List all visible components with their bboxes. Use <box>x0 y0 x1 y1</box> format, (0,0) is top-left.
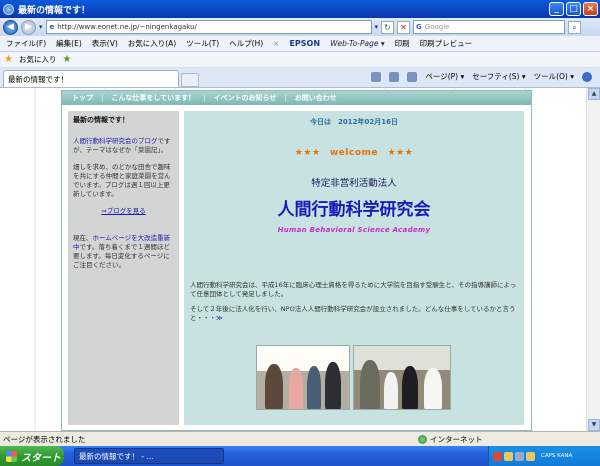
menu-file[interactable]: ファイル(F) <box>6 38 46 49</box>
favorites-star-icon: ★ <box>4 54 13 65</box>
site-nav: トップ | こんな仕事をしています！ | イベントのお知らせ | お問い合わせ <box>62 91 531 105</box>
tab-bar: 最新の情報です！ ページ(P) ▾ セーフティ(S) ▾ ツール(O) ▾ <box>0 68 600 88</box>
url-dropdown-icon[interactable]: ▾ <box>375 23 379 31</box>
tray-icon-3[interactable] <box>515 451 524 461</box>
scroll-up-icon[interactable]: ▲ <box>588 88 600 100</box>
google-icon: G <box>416 23 422 31</box>
globe-icon <box>418 435 427 444</box>
sidebar-garden-text: 畑しを求め、のどかな田舎で趣味を共にする仲間と家庭菜園を営んでいます。ブログは週… <box>73 163 171 198</box>
sidebar: 最新の情報です！ 人間行動科学研究会のブログですが、テーマはなぜか「菜園記」。 … <box>68 111 179 425</box>
taskbar-window-label: 最新の情報です！ - ... <box>79 451 154 461</box>
tray-icon-1[interactable] <box>493 451 502 461</box>
activity-photo-1 <box>256 345 350 410</box>
tab-label: 最新の情報です！ <box>8 74 68 84</box>
nav-work[interactable]: こんな仕事をしています！ <box>111 93 195 103</box>
welcome-text: ★★★ welcome ★★★ <box>294 148 414 158</box>
menu-bar: ファイル(F) 編集(E) 表示(V) お気に入り(A) ツール(T) ヘルプ(… <box>0 36 600 52</box>
menu-tools[interactable]: ツール(T) <box>186 38 219 49</box>
home-icon[interactable] <box>371 71 382 82</box>
sidebar-title: 最新の情報です！ <box>73 116 129 124</box>
taskbar-window-button[interactable]: 最新の情報です！ - ... <box>74 448 224 464</box>
system-tray: CAPS KANA <box>488 446 600 466</box>
close-button[interactable]: × <box>583 2 598 16</box>
ie-icon <box>3 3 14 15</box>
page-menu[interactable]: ページ(P) ▾ <box>425 71 464 82</box>
command-bar: ページ(P) ▾ セーフティ(S) ▾ ツール(O) ▾ <box>371 71 592 82</box>
page-icon: e <box>49 23 55 31</box>
feeds-icon[interactable] <box>389 71 400 82</box>
nav-top[interactable]: トップ <box>72 93 93 103</box>
menu-edit[interactable]: 編集(E) <box>56 38 82 49</box>
nav-events[interactable]: イベントのお知らせ <box>214 93 277 103</box>
new-tab-button[interactable] <box>181 73 199 87</box>
intro-paragraph-2: そして２年後に法人化を行い、NPO法人人間行動科学研究会が設立されました。どんな… <box>190 305 520 323</box>
tray-icon-4[interactable] <box>526 451 535 461</box>
add-favorite-icon[interactable]: ★ <box>62 54 71 65</box>
date-text: 今日は 2012年02月16日 <box>310 118 398 126</box>
search-input[interactable]: G Google <box>413 20 566 34</box>
security-zone: インターネット <box>418 434 483 445</box>
organization-name: 人間行動科学研究会 <box>277 200 431 220</box>
history-dropdown-icon[interactable]: ▾ <box>39 23 43 31</box>
forward-button[interactable]: ▶ <box>21 19 36 35</box>
search-placeholder: Google <box>424 23 450 31</box>
back-button[interactable]: ◀ <box>3 19 18 35</box>
renewal-prefix: 現在、 <box>73 234 93 242</box>
web-to-page-button[interactable]: Web-To-Page ▾ <box>330 39 385 48</box>
title-bar: 最新の情報です！ _ □ × <box>0 0 600 18</box>
stop-button[interactable]: ✕ <box>397 20 411 34</box>
status-bar: ページが表示されました インターネット <box>0 431 600 446</box>
windows-flag-icon <box>6 450 17 462</box>
taskbar: スタート 最新の情報です！ - ... CAPS KANA <box>0 446 600 466</box>
tray-icon-2[interactable] <box>504 451 513 461</box>
address-bar: ◀ ▶ ▾ e http://www.eonet.ne.jp/~ningenka… <box>0 18 600 36</box>
scroll-down-icon[interactable]: ▼ <box>588 419 600 431</box>
favorites-bar: ★ お気に入り ★ <box>0 52 600 68</box>
favorites-button[interactable]: お気に入り <box>19 54 57 65</box>
site-container: トップ | こんな仕事をしています！ | イベントのお知らせ | お問い合わせ … <box>61 90 532 431</box>
start-label: スタート <box>21 452 61 464</box>
url-text: http://www.eonet.ne.jp/~ningenkagaku/ <box>57 23 197 31</box>
safety-menu[interactable]: セーフティ(S) ▾ <box>472 71 525 82</box>
vertical-scrollbar[interactable]: ▲ ▼ <box>586 88 600 431</box>
tools-menu[interactable]: ツール(O) ▾ <box>534 71 574 82</box>
print-button[interactable]: 印刷 <box>395 38 410 49</box>
status-text: ページが表示されました <box>3 434 86 444</box>
minimize-button[interactable]: _ <box>549 2 564 16</box>
maximize-button[interactable]: □ <box>566 2 581 16</box>
blog-inline-link[interactable]: 人間行動科学研究会のブログ <box>73 137 158 145</box>
nav-contact[interactable]: お問い合わせ <box>295 93 337 103</box>
print-preview-button[interactable]: 印刷プレビュー <box>420 38 473 49</box>
help-icon[interactable] <box>582 71 592 82</box>
intro-paragraph-1: 人間行動科学研究会は、平成16年に臨床心理士資格を得るために大学院を目指す受験生… <box>190 281 517 298</box>
more-link-icon[interactable]: ≫ <box>216 314 223 322</box>
page-viewport: トップ | こんな仕事をしています！ | イベントのお知らせ | お問い合わせ … <box>0 88 600 431</box>
epson-logo: EPSON <box>289 39 321 48</box>
tray-caps-kana: CAPS KANA <box>541 453 573 459</box>
organization-english-name: Human Behavioral Science Academy <box>277 226 431 234</box>
toolbar-close-icon[interactable]: × <box>273 39 279 48</box>
intro-text: 人間行動科学研究会は、平成16年に臨床心理士資格を得るために大学院を目指す受験生… <box>190 281 520 329</box>
sidebar-renewal-text: 現在、ホームページを大改造重新中です。落ち着くまで１週間ほど要します。毎日変化す… <box>73 234 174 270</box>
main-content: 今日は 2012年02月16日 ★★★ welcome ★★★ 特定非営利活動法… <box>184 111 524 425</box>
zone-label: インターネット <box>430 435 483 444</box>
window-title: 最新の情報です！ <box>18 5 91 16</box>
npo-label: 特定非営利活動法人 <box>311 178 397 189</box>
menu-favorites[interactable]: お気に入り(A) <box>128 38 176 49</box>
tab-current[interactable]: 最新の情報です！ <box>3 70 179 87</box>
view-blog-link[interactable]: ⇒ブログを見る <box>73 207 174 216</box>
intro-p2-text: そして２年後に法人化を行い、NPO法人人間行動科学研究会が設立されました。どんな… <box>190 305 516 322</box>
sidebar-blog-text: 人間行動科学研究会のブログですが、テーマはなぜか「菜園記」。 <box>73 137 174 155</box>
menu-help[interactable]: ヘルプ(H) <box>229 38 263 49</box>
menu-view[interactable]: 表示(V) <box>92 38 118 49</box>
printer-icon[interactable] <box>407 71 418 82</box>
url-input[interactable]: e http://www.eonet.ne.jp/~ningenkagaku/ <box>45 20 372 34</box>
renewal-suffix: です。落ち着くまで１週間ほど要します。毎日変化するページにご注目ください。 <box>73 243 170 269</box>
refresh-button[interactable]: ↻ <box>381 20 395 34</box>
search-button[interactable]: ⌕ <box>568 20 582 34</box>
start-button[interactable]: スタート <box>0 446 64 466</box>
activity-photo-2 <box>353 345 451 410</box>
